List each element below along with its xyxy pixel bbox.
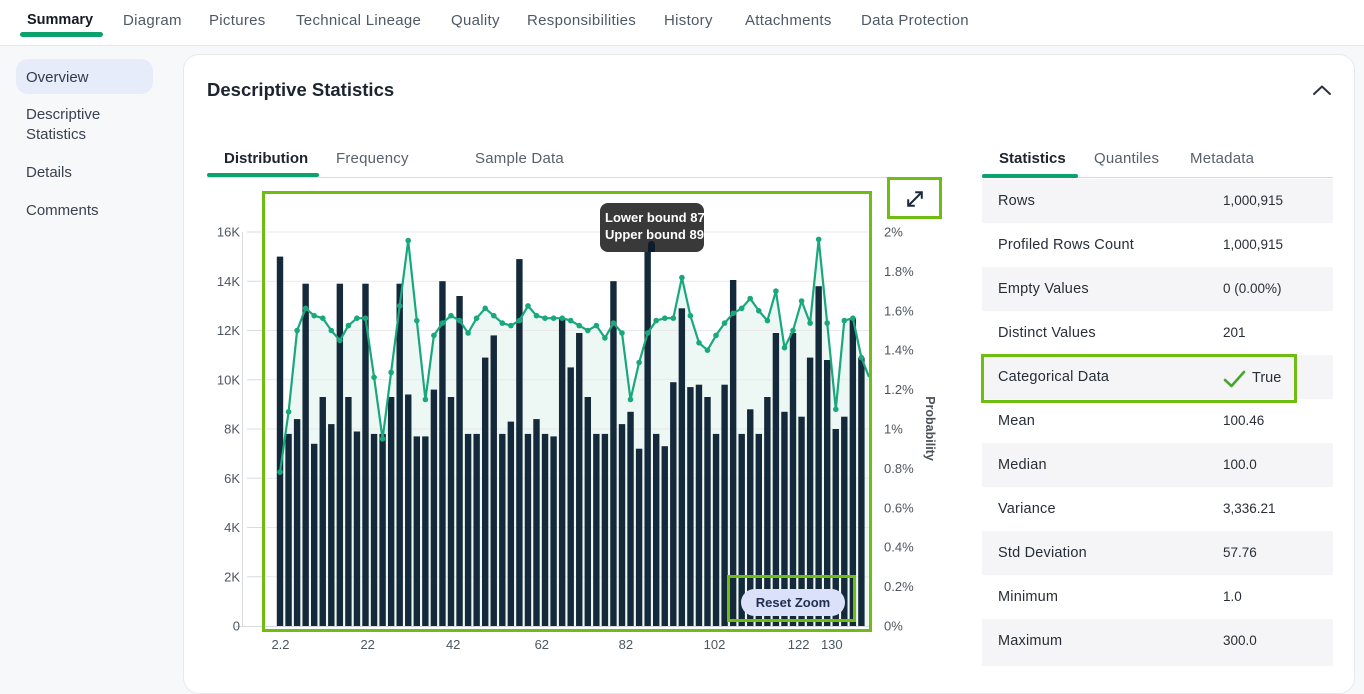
svg-text:0: 0 — [233, 619, 240, 634]
svg-text:42: 42 — [446, 637, 460, 652]
svg-text:Probability: Probability — [923, 396, 937, 461]
svg-text:8K: 8K — [224, 422, 240, 437]
svg-text:16K: 16K — [217, 225, 240, 240]
svg-text:122: 122 — [788, 637, 810, 652]
svg-text:14K: 14K — [217, 274, 240, 289]
svg-text:6K: 6K — [224, 471, 240, 486]
svg-text:4K: 4K — [224, 520, 240, 535]
svg-text:12K: 12K — [217, 323, 240, 338]
svg-text:1.2%: 1.2% — [884, 382, 914, 397]
svg-text:0.2%: 0.2% — [884, 579, 914, 594]
svg-text:82: 82 — [619, 637, 633, 652]
svg-text:1.8%: 1.8% — [884, 264, 914, 279]
svg-text:130: 130 — [821, 637, 843, 652]
svg-text:0.8%: 0.8% — [884, 461, 914, 476]
svg-text:2K: 2K — [224, 569, 240, 584]
svg-text:10K: 10K — [217, 372, 240, 387]
svg-text:2.2: 2.2 — [271, 637, 289, 652]
svg-text:62: 62 — [535, 637, 549, 652]
svg-text:0%: 0% — [884, 619, 903, 634]
svg-text:1.6%: 1.6% — [884, 303, 914, 318]
svg-text:2%: 2% — [884, 225, 903, 240]
svg-text:22: 22 — [360, 637, 374, 652]
svg-text:1.4%: 1.4% — [884, 343, 914, 358]
svg-text:0.6%: 0.6% — [884, 500, 914, 515]
svg-text:0.4%: 0.4% — [884, 540, 914, 555]
svg-text:1%: 1% — [884, 422, 903, 437]
svg-text:102: 102 — [704, 637, 726, 652]
